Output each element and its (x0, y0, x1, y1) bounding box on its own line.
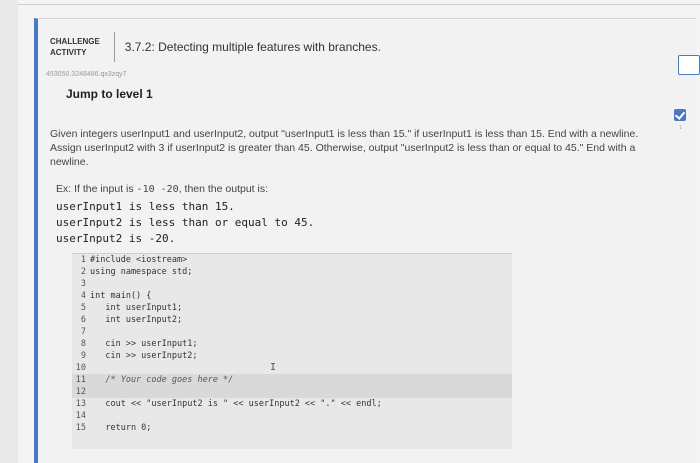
line-number: 13 (75, 399, 86, 409)
code-line: 7 (72, 326, 512, 338)
instructions-description: Given integers userInput1 and userInput2… (50, 128, 639, 168)
top-divider (18, 4, 700, 5)
example-prefix: Ex: If the input is (56, 183, 137, 195)
code-text: return 0; (90, 423, 152, 433)
code-line: 3 (72, 278, 512, 290)
code-line: 4 int main() { (72, 290, 512, 302)
code-text: cin >> userInput1; (90, 339, 198, 349)
badge-line-2: ACTIVITY (50, 48, 87, 57)
expected-output-line: userInput1 is less than 15. (56, 200, 235, 213)
expected-output: userInput1 is less than 15. userInput2 i… (56, 199, 314, 247)
code-line: 14 (72, 410, 512, 422)
code-line-editable[interactable]: 12 (72, 386, 512, 398)
line-number: 10 (75, 363, 86, 373)
code-text: int main() { (90, 291, 152, 301)
code-text: int userInput2; (90, 315, 183, 325)
line-number: 1 (80, 255, 86, 265)
line-number: 5 (80, 303, 86, 313)
code-line: 9 cin >> userInput2; (72, 350, 512, 362)
example-sentence: Ex: If the input is -10 -20, then the ou… (56, 183, 268, 195)
line-number: 7 (80, 327, 86, 337)
line-number: 11 (75, 375, 86, 385)
example-suffix: , then the output is: (178, 183, 269, 195)
code-text: int userInput1; (90, 303, 183, 313)
code-line: 2 using namespace std; (72, 266, 512, 278)
activity-completion-box (678, 55, 700, 75)
line-number: 6 (80, 315, 86, 325)
line-number: 8 (80, 339, 86, 349)
line-number: 3 (80, 279, 86, 289)
activity-header: CHALLENGE ACTIVITY 3.7.2: Detecting mult… (50, 29, 381, 65)
challenge-activity-card: CHALLENGE ACTIVITY 3.7.2: Detecting mult… (34, 18, 700, 463)
line-number: 12 (75, 387, 86, 397)
activity-badge: CHALLENGE ACTIVITY (50, 32, 115, 62)
badge-line-1: CHALLENGE (50, 37, 100, 46)
code-line: 15 return 0; (72, 422, 512, 434)
activity-hash: 453050.3248486.qx3zqy7 (46, 71, 127, 78)
code-line: 8 cin >> userInput1; (72, 338, 512, 350)
text-cursor-icon: I (270, 362, 277, 373)
line-number: 9 (80, 351, 86, 361)
expected-output-line: userInput2 is less than or equal to 45. (56, 216, 315, 229)
code-comment: /* Your code goes here */ (90, 375, 234, 385)
activity-title: 3.7.2: Detecting multiple features with … (124, 40, 381, 54)
code-line-editable[interactable]: 11 /* Your code goes here */ (72, 374, 512, 386)
code-line: 10 (72, 362, 512, 374)
code-line: 5 int userInput1; (72, 302, 512, 314)
code-editor[interactable]: 1 #include <iostream> 2 using namespace st… (72, 253, 512, 449)
example-input: -10 -20 (136, 184, 179, 195)
code-line: 13 cout << "userInput2 is " << userInput… (72, 398, 512, 410)
code-text: using namespace std; (90, 267, 193, 277)
code-text: #include <iostream> (90, 255, 188, 265)
code-text: cin >> userInput2; (90, 351, 198, 361)
line-number: 15 (75, 423, 86, 433)
expected-output-line: userInput2 is -20. (56, 232, 176, 245)
jump-to-level: Jump to level 1 (66, 87, 153, 101)
line-number: 2 (80, 267, 86, 277)
line-number: 14 (75, 411, 86, 421)
code-text: cout << "userInput2 is " << userInput2 <… (90, 399, 382, 409)
level-number: 1 (679, 125, 682, 131)
code-line: 6 int userInput2; (72, 314, 512, 326)
line-number: 4 (80, 291, 86, 301)
level-1-check-icon[interactable] (674, 109, 686, 121)
code-line: 1 #include <iostream> (72, 254, 512, 266)
